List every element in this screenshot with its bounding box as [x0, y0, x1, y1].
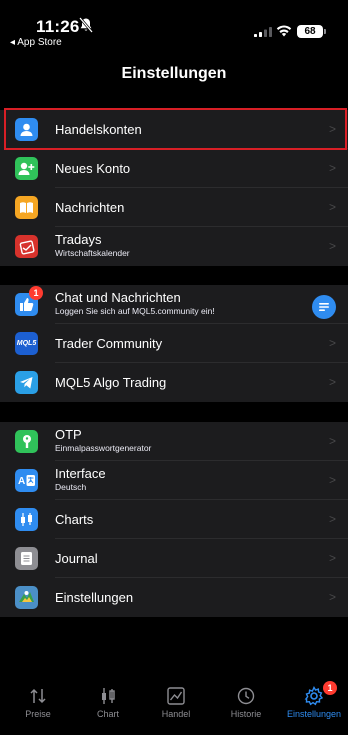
chart-icon	[102, 688, 115, 704]
chevron-right-icon: >	[328, 122, 336, 136]
add-person-icon	[15, 157, 38, 180]
cellular-signal-icon	[254, 27, 272, 37]
row-label: Einstellungen	[55, 590, 134, 605]
row-label: Trader Community	[55, 336, 163, 351]
status-time: 11:26	[36, 17, 80, 36]
row-einstellungen[interactable]: Einstellungen >	[0, 578, 348, 617]
chevron-right-icon: >	[328, 434, 336, 448]
person-icon	[15, 118, 38, 141]
trade-icon	[167, 687, 185, 705]
chevron-right-icon: >	[328, 239, 336, 253]
metatrader-icon	[15, 586, 38, 609]
tab-label: Historie	[230, 709, 262, 719]
tab-handel[interactable]: Handel	[146, 686, 206, 719]
chevron-right-icon: >	[328, 473, 336, 487]
tab-label: Handel	[161, 709, 191, 719]
tab-chart[interactable]: Chart	[78, 686, 138, 719]
tab-historie[interactable]: Historie	[216, 686, 276, 719]
row-label: Journal	[55, 551, 98, 566]
row-otp[interactable]: OTP Einmalpasswortgenerator >	[0, 422, 348, 461]
row-label: Chat und Nachrichten	[55, 290, 181, 305]
wifi-icon	[276, 25, 292, 37]
chevron-right-icon: >	[328, 375, 336, 389]
row-chat-und-nachrichten[interactable]: 1 Chat und Nachrichten Loggen Sie sich a…	[0, 285, 348, 324]
row-label: Charts	[55, 512, 94, 527]
candlestick-icon	[15, 508, 38, 531]
row-label: Tradays	[55, 232, 102, 247]
notification-badge: 1	[323, 681, 337, 695]
tab-label: Preise	[25, 709, 51, 719]
settings-group-community: 1 Chat und Nachrichten Loggen Sie sich a…	[0, 285, 348, 402]
thumbs-up-icon: 1	[15, 286, 43, 316]
row-tradays[interactable]: Tradays Wirtschaftskalender >	[0, 227, 348, 266]
row-label: Handelskonten	[55, 122, 142, 137]
tab-einstellungen[interactable]: 1 Einstellungen	[284, 681, 344, 719]
row-label: OTP	[55, 427, 82, 442]
bell-slash-icon	[79, 17, 93, 33]
history-icon	[237, 687, 255, 705]
chevron-right-icon: >	[328, 161, 336, 175]
svg-text:A: A	[18, 476, 25, 487]
tab-preise[interactable]: Preise	[8, 686, 68, 719]
page-title: Einstellungen	[121, 65, 227, 82]
chevron-right-icon: >	[328, 336, 336, 350]
chevron-right-icon: >	[328, 512, 336, 526]
row-subtitle: Loggen Sie sich auf MQL5.community ein!	[55, 306, 215, 316]
settings-gear-icon	[304, 686, 324, 706]
journal-icon	[15, 547, 38, 570]
key-icon	[15, 430, 38, 453]
chevron-right-icon: >	[328, 200, 336, 214]
row-label: MQL5 Algo Trading	[55, 375, 167, 390]
chat-bubble-icon[interactable]	[312, 295, 336, 319]
row-neues-konto[interactable]: Neues Konto >	[0, 149, 348, 188]
battery-indicator: 68	[297, 25, 323, 38]
row-label: Neues Konto	[55, 161, 131, 176]
row-trader-community[interactable]: MQL5 Trader Community >	[0, 324, 348, 363]
row-handelskonten[interactable]: Handelskonten >	[0, 110, 348, 149]
mql5-logo-icon: MQL5	[15, 332, 38, 355]
row-subtitle: Einmalpasswortgenerator	[55, 443, 152, 453]
tab-bar: Preise Chart Handel Historie 1 Einstellu…	[0, 681, 348, 735]
row-journal[interactable]: Journal >	[0, 539, 348, 578]
row-subtitle: Wirtschaftskalender	[55, 248, 130, 258]
notification-badge: 1	[29, 286, 43, 300]
translate-icon: A	[15, 469, 38, 492]
telegram-icon	[15, 371, 38, 394]
mql5-logo-text: MQL5	[16, 340, 37, 347]
row-nachrichten[interactable]: Nachrichten >	[0, 188, 348, 227]
tab-label: Chart	[96, 709, 119, 719]
row-label: Nachrichten	[55, 200, 125, 215]
row-charts[interactable]: Charts >	[0, 500, 348, 539]
row-interface[interactable]: A Interface Deutsch >	[0, 461, 348, 500]
settings-group-app: OTP Einmalpasswortgenerator > A Interfac…	[0, 422, 348, 617]
status-bar: 11:26 ◂ App Store 68	[0, 0, 348, 62]
quotes-icon	[30, 688, 46, 704]
battery-tip	[324, 29, 326, 34]
tab-label: Einstellungen	[286, 709, 342, 719]
back-to-app-store[interactable]: ◂ App Store	[10, 37, 62, 48]
row-label: Interface	[55, 466, 106, 481]
settings-group-accounts: Handelskonten > Neues Konto > Nachrichte…	[0, 110, 348, 266]
row-mql5-algo-trading[interactable]: MQL5 Algo Trading >	[0, 363, 348, 402]
book-icon	[15, 196, 38, 219]
chevron-right-icon: >	[328, 590, 336, 604]
chevron-right-icon: >	[328, 551, 336, 565]
row-subtitle: Deutsch	[55, 482, 87, 492]
calendar-icon	[15, 235, 38, 258]
